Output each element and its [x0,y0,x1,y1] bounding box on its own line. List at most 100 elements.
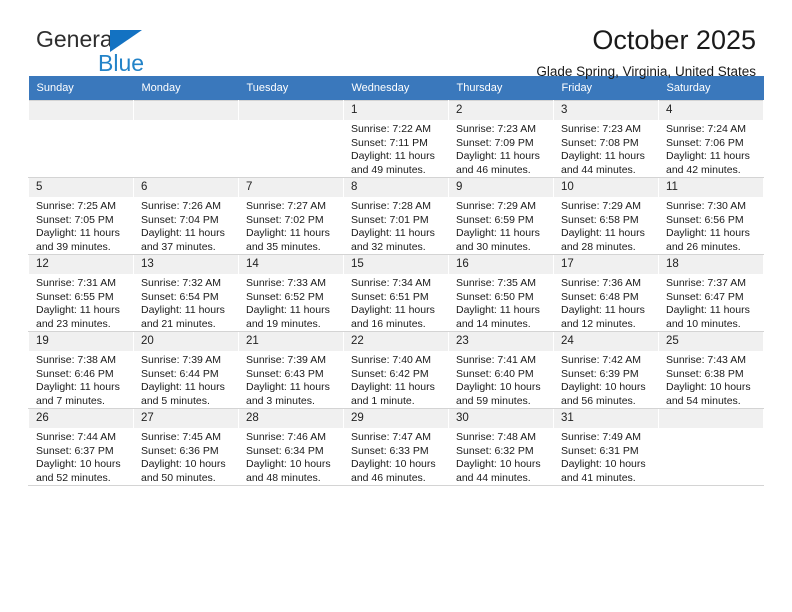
calendar-day-cell[interactable]: 15 Sunrise: 7:34 AM Sunset: 6:51 PM Dayligh… [343,254,449,332]
page-subtitle: Glade Spring, Virginia, United States [536,64,756,79]
day-details: Sunrise: 7:32 AM Sunset: 6:54 PM Daylight:… [134,274,238,331]
sunset-text: Sunset: 6:44 PM [141,367,219,380]
calendar-day-cell[interactable]: 27 Sunrise: 7:45 AM Sunset: 6:36 PM Dayligh… [133,408,239,486]
calendar-day-cell-empty [238,100,344,178]
calendar-day-cell[interactable]: 16 Sunrise: 7:35 AM Sunset: 6:50 PM Dayligh… [448,254,554,332]
title-block: October 2025 Glade Spring, Virginia, Uni… [536,24,756,82]
day-number: 4 [659,101,763,120]
day-details: Sunrise: 7:29 AM Sunset: 6:58 PM Daylight:… [554,197,658,254]
calendar-day-cell[interactable]: 26 Sunrise: 7:44 AM Sunset: 6:37 PM Dayligh… [28,408,134,486]
calendar-day-cell[interactable]: 21 Sunrise: 7:39 AM Sunset: 6:43 PM Dayligh… [238,331,344,409]
daylight-text-line2: and 49 minutes. [351,163,426,176]
day-details: Sunrise: 7:35 AM Sunset: 6:50 PM Daylight:… [449,274,553,331]
calendar-day-cell[interactable]: 17 Sunrise: 7:36 AM Sunset: 6:48 PM Dayligh… [553,254,659,332]
calendar-day-cell[interactable]: 24 Sunrise: 7:42 AM Sunset: 6:39 PM Dayligh… [553,331,659,409]
sunset-text: Sunset: 6:59 PM [456,213,534,226]
calendar-day-cell[interactable]: 7 Sunrise: 7:27 AM Sunset: 7:02 PM Daylight… [238,177,344,255]
sunset-text: Sunset: 6:36 PM [141,444,219,457]
daylight-text-line2: and 23 minutes. [36,317,111,330]
daylight-text-line2: and 52 minutes. [36,471,111,484]
calendar-week-row: 12 Sunrise: 7:31 AM Sunset: 6:55 PM Dayligh… [28,254,764,332]
weekday-header-sunday: Sunday [28,76,134,101]
daylight-text-line1: Daylight: 11 hours [666,227,750,239]
sunrise-text: Sunrise: 7:37 AM [666,277,746,289]
sunset-text: Sunset: 7:11 PM [351,136,428,149]
calendar-day-cell[interactable]: 18 Sunrise: 7:37 AM Sunset: 6:47 PM Dayligh… [658,254,764,332]
daylight-text-line2: and 26 minutes. [666,240,741,253]
calendar-day-cell-empty [133,100,239,178]
calendar-day-cell[interactable]: 4 Sunrise: 7:24 AM Sunset: 7:06 PM Daylight… [658,100,764,178]
day-details: Sunrise: 7:22 AM Sunset: 7:11 PM Daylight:… [344,120,448,177]
calendar-day-cell[interactable]: 11 Sunrise: 7:30 AM Sunset: 6:56 PM Dayligh… [658,177,764,255]
calendar-day-cell[interactable]: 25 Sunrise: 7:43 AM Sunset: 6:38 PM Dayligh… [658,331,764,409]
general-blue-logo[interactable]: General Blue [36,28,216,78]
daylight-text-line1: Daylight: 11 hours [351,304,435,316]
daylight-text-line2: and 10 minutes. [666,317,741,330]
day-number: 3 [554,101,658,120]
calendar-day-cell[interactable]: 30 Sunrise: 7:48 AM Sunset: 6:32 PM Dayligh… [448,408,554,486]
sunset-text: Sunset: 6:34 PM [246,444,324,457]
daylight-text-line2: and 50 minutes. [141,471,216,484]
sunrise-text: Sunrise: 7:35 AM [456,277,536,289]
calendar-day-cell[interactable]: 12 Sunrise: 7:31 AM Sunset: 6:55 PM Dayligh… [28,254,134,332]
calendar-day-cell[interactable]: 14 Sunrise: 7:33 AM Sunset: 6:52 PM Dayligh… [238,254,344,332]
calendar-day-cell[interactable]: 5 Sunrise: 7:25 AM Sunset: 7:05 PM Daylight… [28,177,134,255]
daylight-text-line2: and 41 minutes. [561,471,636,484]
calendar-day-cell[interactable]: 23 Sunrise: 7:41 AM Sunset: 6:40 PM Dayligh… [448,331,554,409]
sunrise-text: Sunrise: 7:29 AM [561,200,641,212]
calendar-day-cell[interactable]: 13 Sunrise: 7:32 AM Sunset: 6:54 PM Dayligh… [133,254,239,332]
calendar-day-cell[interactable]: 2 Sunrise: 7:23 AM Sunset: 7:09 PM Daylight… [448,100,554,178]
sunrise-sunset-calendar: Sunday Monday Tuesday Wednesday Thursday Frid… [28,76,764,486]
daylight-text-line2: and 3 minutes. [246,394,315,407]
daylight-text-line1: Daylight: 10 hours [36,458,121,470]
day-details: Sunrise: 7:28 AM Sunset: 7:01 PM Daylight:… [344,197,448,254]
day-number: 2 [449,101,553,120]
sunrise-text: Sunrise: 7:40 AM [351,354,431,366]
sunset-text: Sunset: 7:06 PM [666,136,744,149]
logo-text-general: General [36,28,216,54]
day-details: Sunrise: 7:27 AM Sunset: 7:02 PM Daylight:… [239,197,343,254]
daylight-text-line2: and 56 minutes. [561,394,636,407]
calendar-day-cell[interactable]: 28 Sunrise: 7:46 AM Sunset: 6:34 PM Dayligh… [238,408,344,486]
daylight-text-line1: Daylight: 11 hours [561,304,645,316]
calendar-day-cell[interactable]: 3 Sunrise: 7:23 AM Sunset: 7:08 PM Daylight… [553,100,659,178]
calendar-day-cell-empty [28,100,134,178]
sunrise-text: Sunrise: 7:41 AM [456,354,536,366]
calendar-day-cell[interactable]: 31 Sunrise: 7:49 AM Sunset: 6:31 PM Dayligh… [553,408,659,486]
sunrise-text: Sunrise: 7:29 AM [456,200,536,212]
sunrise-text: Sunrise: 7:32 AM [141,277,221,289]
sunset-text: Sunset: 6:47 PM [666,290,744,303]
calendar-day-cell[interactable]: 20 Sunrise: 7:39 AM Sunset: 6:44 PM Dayligh… [133,331,239,409]
day-details: Sunrise: 7:37 AM Sunset: 6:47 PM Daylight:… [659,274,763,331]
daylight-text-line1: Daylight: 10 hours [141,458,226,470]
sunrise-text: Sunrise: 7:39 AM [141,354,221,366]
sunset-text: Sunset: 6:55 PM [36,290,114,303]
day-number: 14 [239,255,343,274]
calendar-week-row: 26 Sunrise: 7:44 AM Sunset: 6:37 PM Dayligh… [28,408,764,486]
daylight-text-line1: Daylight: 10 hours [666,381,751,393]
weekday-header-tuesday: Tuesday [238,76,344,101]
daylight-text-line2: and 37 minutes. [141,240,216,253]
day-number: 9 [449,178,553,197]
calendar-day-cell[interactable]: 9 Sunrise: 7:29 AM Sunset: 6:59 PM Daylight… [448,177,554,255]
calendar-day-cell[interactable]: 22 Sunrise: 7:40 AM Sunset: 6:42 PM Dayligh… [343,331,449,409]
sunset-text: Sunset: 7:02 PM [246,213,324,226]
calendar-day-cell[interactable]: 19 Sunrise: 7:38 AM Sunset: 6:46 PM Dayligh… [28,331,134,409]
sunrise-text: Sunrise: 7:27 AM [246,200,326,212]
calendar-day-cell[interactable]: 8 Sunrise: 7:28 AM Sunset: 7:01 PM Daylight… [343,177,449,255]
calendar-day-cell[interactable]: 29 Sunrise: 7:47 AM Sunset: 6:33 PM Dayligh… [343,408,449,486]
sunrise-text: Sunrise: 7:33 AM [246,277,326,289]
sunset-text: Sunset: 7:08 PM [561,136,639,149]
logo-text-general-label: General [36,26,118,52]
calendar-day-cell[interactable]: 10 Sunrise: 7:29 AM Sunset: 6:58 PM Dayligh… [553,177,659,255]
calendar-day-cell[interactable]: 1 Sunrise: 7:22 AM Sunset: 7:11 PM Daylight… [343,100,449,178]
calendar-week-row: 19 Sunrise: 7:38 AM Sunset: 6:46 PM Dayligh… [28,331,764,409]
day-details: Sunrise: 7:33 AM Sunset: 6:52 PM Daylight:… [239,274,343,331]
day-number: 29 [344,409,448,428]
daylight-text-line1: Daylight: 11 hours [456,227,540,239]
day-number [134,101,238,120]
calendar-day-cell[interactable]: 6 Sunrise: 7:26 AM Sunset: 7:04 PM Daylight… [133,177,239,255]
sunrise-text: Sunrise: 7:43 AM [666,354,746,366]
daylight-text-line1: Daylight: 11 hours [456,150,540,162]
sunset-text: Sunset: 6:42 PM [351,367,429,380]
